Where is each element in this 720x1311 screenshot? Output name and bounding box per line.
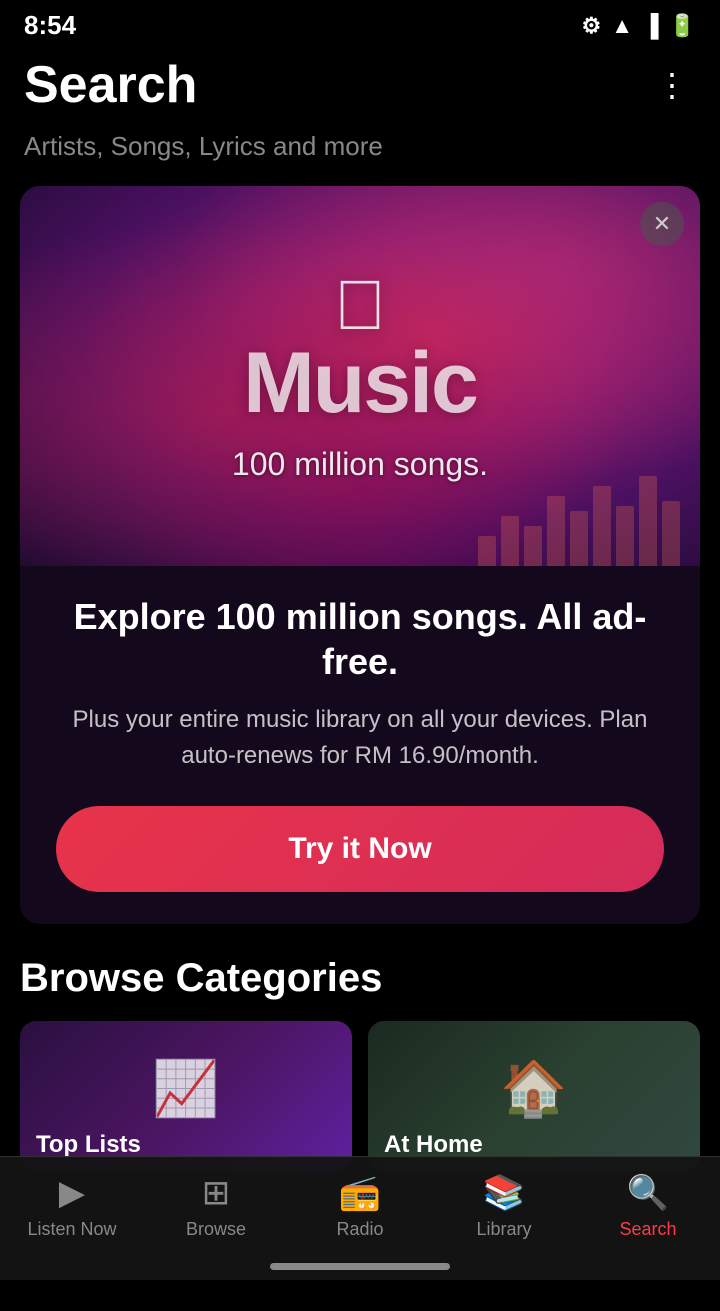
close-button[interactable]: ✕ — [640, 202, 684, 246]
browse-label: Browse — [186, 1219, 246, 1240]
promo-description: Plus your entire music library on all yo… — [56, 702, 664, 774]
nav-browse[interactable]: ⊞ Browse — [166, 1173, 266, 1240]
page-header: Search ⋮ — [0, 47, 720, 131]
status-bar: 8:54 ⚙ ▲ ▐ 🔋 — [0, 0, 720, 47]
home-indicator — [270, 1263, 450, 1270]
categories-grid: 📈 Top Lists 🏠 At Home — [20, 1021, 700, 1171]
promo-card: ✕  Music 100 million songs. Explore 100… — [20, 186, 700, 924]
promo-headline: Explore 100 million songs. All ad-free. — [56, 594, 664, 684]
status-icons: ⚙ ▲ ▐ 🔋 — [581, 13, 696, 39]
nav-listen-now[interactable]: ▶ Listen Now — [22, 1173, 122, 1240]
search-label: Search — [619, 1219, 676, 1240]
close-icon: ✕ — [653, 211, 671, 237]
radio-label: Radio — [336, 1219, 383, 1240]
nav-radio[interactable]: 📻 Radio — [310, 1173, 410, 1240]
category-top-lists[interactable]: 📈 Top Lists — [20, 1021, 352, 1171]
library-icon: 📚 — [483, 1173, 525, 1213]
status-time: 8:54 — [24, 10, 76, 41]
menu-button[interactable]: ⋮ — [648, 58, 696, 112]
at-home-icon: 🏠 — [500, 1058, 567, 1121]
at-home-label: At Home — [384, 1131, 483, 1159]
browse-icon: ⊞ — [202, 1173, 231, 1213]
battery-icon: 🔋 — [669, 13, 696, 39]
settings-icon: ⚙ — [581, 13, 601, 39]
bar-chart-decoration — [478, 476, 680, 566]
apple-icon:  — [334, 270, 387, 340]
page-title: Search — [24, 55, 197, 115]
music-wordmark: Music — [243, 340, 477, 426]
signal-icon: ▐ — [643, 13, 659, 39]
apple-music-logo:  Music — [243, 270, 477, 426]
promo-banner: ✕  Music 100 million songs. — [20, 186, 700, 566]
wifi-icon: ▲ — [611, 13, 633, 39]
promo-body: Explore 100 million songs. All ad-free. … — [20, 566, 700, 924]
promo-tagline: 100 million songs. — [232, 446, 488, 483]
category-at-home[interactable]: 🏠 At Home — [368, 1021, 700, 1171]
nav-library[interactable]: 📚 Library — [454, 1173, 554, 1240]
top-lists-label: Top Lists — [36, 1131, 141, 1159]
search-icon: 🔍 — [627, 1173, 669, 1213]
browse-title: Browse Categories — [20, 956, 700, 1001]
listen-now-icon: ▶ — [59, 1173, 85, 1213]
radio-icon: 📻 — [339, 1173, 381, 1213]
try-it-now-button[interactable]: Try it Now — [56, 806, 664, 892]
top-lists-icon: 📈 — [152, 1058, 219, 1121]
library-label: Library — [476, 1219, 531, 1240]
search-subtitle: Artists, Songs, Lyrics and more — [0, 131, 720, 186]
nav-search[interactable]: 🔍 Search — [598, 1173, 698, 1240]
listen-now-label: Listen Now — [27, 1219, 116, 1240]
bottom-nav: ▶ Listen Now ⊞ Browse 📻 Radio 📚 Library … — [0, 1156, 720, 1280]
